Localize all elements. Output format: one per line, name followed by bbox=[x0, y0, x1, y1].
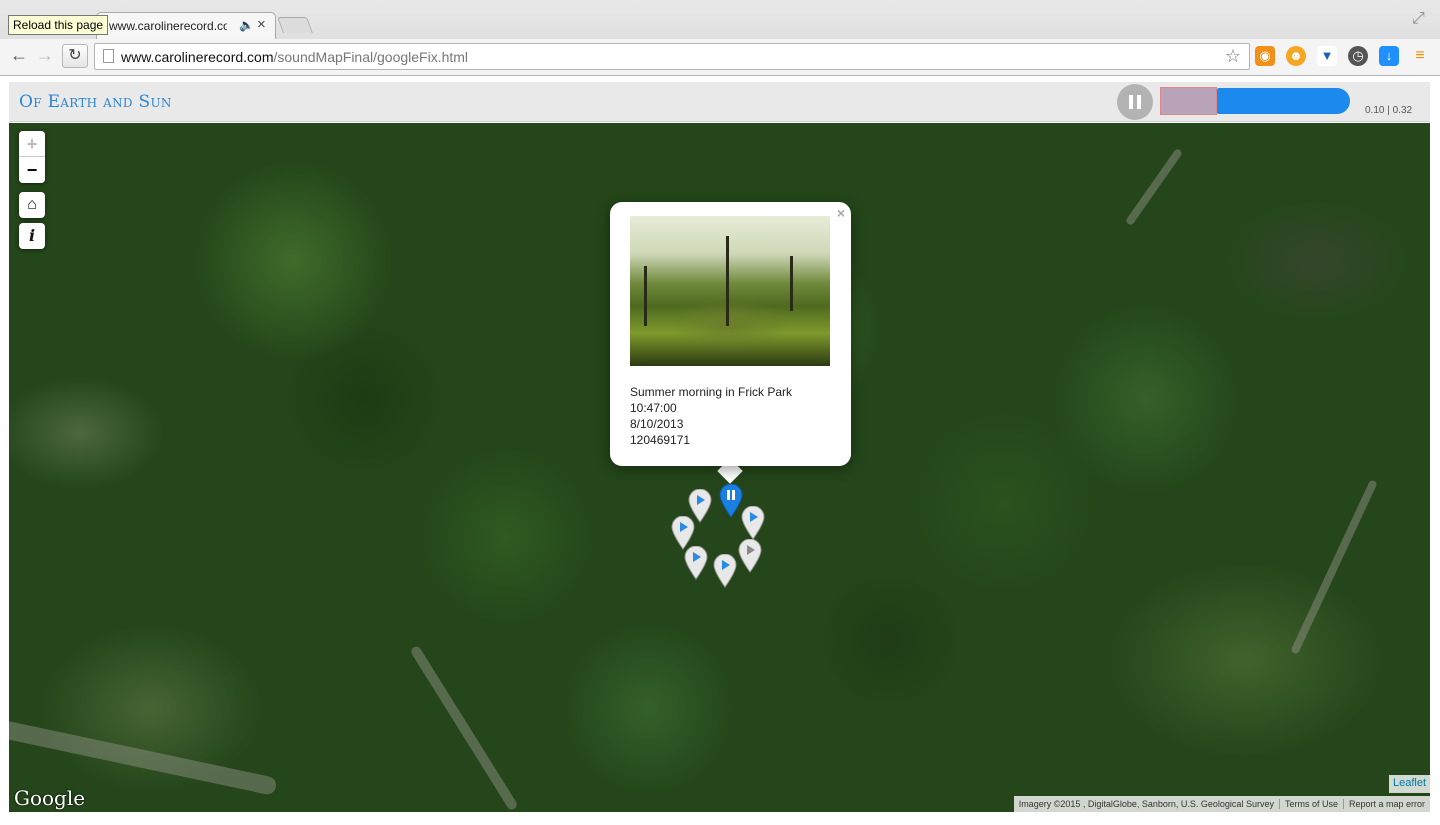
fullscreen-icon[interactable]: ⤢ bbox=[1412, 10, 1425, 28]
history-clock-icon[interactable]: ◷ bbox=[1348, 46, 1368, 66]
tab-title: www.carolinerecord.com bbox=[109, 19, 227, 33]
sound-marker[interactable] bbox=[741, 506, 765, 540]
popup-time: 10:47:00 bbox=[630, 401, 677, 415]
popup-photo bbox=[630, 216, 830, 366]
waveform[interactable] bbox=[1160, 87, 1350, 115]
page-edge bbox=[1430, 76, 1440, 825]
satellite-map[interactable]: + − ⌂ i × Summer morning in Frick Park 1… bbox=[9, 123, 1430, 812]
home-icon: ⌂ bbox=[27, 196, 37, 213]
site-title[interactable]: Of Earth and Sun bbox=[19, 92, 172, 112]
reload-tooltip: Reload this page bbox=[8, 15, 109, 35]
home-button[interactable]: ⌂ bbox=[19, 192, 45, 218]
url-text: www.carolinerecord.com/soundMapFinal/goo… bbox=[121, 49, 468, 65]
sound-marker[interactable] bbox=[684, 546, 708, 580]
page-icon bbox=[103, 49, 114, 63]
photo-tree bbox=[790, 256, 793, 311]
sound-marker-visited[interactable] bbox=[738, 539, 762, 573]
popup-id: 120469171 bbox=[630, 433, 691, 447]
url-path: /soundMapFinal/googleFix.html bbox=[273, 49, 469, 65]
terms-link[interactable]: Terms of Use bbox=[1278, 799, 1343, 809]
sound-marker-playing[interactable] bbox=[719, 484, 743, 518]
pause-button[interactable] bbox=[1117, 84, 1153, 120]
leaflet-link[interactable]: Leaflet bbox=[1388, 775, 1430, 793]
zoom-control: + − bbox=[19, 131, 45, 183]
reload-button[interactable]: ↻ bbox=[62, 44, 88, 68]
photo-tree bbox=[644, 266, 647, 326]
waveform-remaining bbox=[1217, 88, 1350, 114]
time-readout: 0.10 | 0.32 bbox=[1365, 105, 1413, 116]
url-host: www.carolinerecord.com bbox=[121, 49, 274, 65]
map-path bbox=[1290, 479, 1378, 655]
sound-marker[interactable] bbox=[713, 554, 737, 588]
download-icon[interactable]: ↓ bbox=[1379, 46, 1399, 66]
menu-icon[interactable]: ≡ bbox=[1410, 46, 1430, 66]
forward-arrow-icon[interactable]: → bbox=[34, 45, 56, 66]
rss-icon[interactable]: ◉ bbox=[1255, 46, 1275, 66]
address-bar[interactable]: www.carolinerecord.com/soundMapFinal/goo… bbox=[94, 43, 1250, 70]
browser-toolbar: ← → ↻ www.carolinerecord.com/soundMapFin… bbox=[0, 39, 1440, 75]
google-logo[interactable]: Google bbox=[14, 786, 85, 810]
tab-strip: www.carolinerecord.com 🔈 × Reload this p… bbox=[0, 0, 1440, 39]
extension-face-icon[interactable]: ☻ bbox=[1286, 46, 1306, 66]
page-header: Of Earth and Sun 0.10 | 0.32 bbox=[9, 82, 1430, 122]
report-error-link[interactable]: Report a map error bbox=[1342, 799, 1430, 809]
popup-close-icon[interactable]: × bbox=[837, 205, 845, 221]
new-tab-button[interactable] bbox=[277, 17, 313, 33]
map-attribution: Imagery ©2015 , DigitalGlobe, Sanborn, U… bbox=[1013, 796, 1430, 812]
photo-tree bbox=[726, 236, 729, 326]
bookmark-star-icon[interactable]: ☆ bbox=[1225, 46, 1241, 67]
reload-icon: ↻ bbox=[68, 47, 82, 64]
tab-active[interactable]: www.carolinerecord.com 🔈 × bbox=[96, 12, 276, 39]
zoom-in-button[interactable]: + bbox=[19, 131, 45, 157]
waveform-played bbox=[1160, 87, 1217, 115]
popup-title: Summer morning in Frick Park bbox=[630, 385, 793, 399]
map-path bbox=[409, 644, 519, 812]
back-arrow-icon[interactable]: ← bbox=[8, 45, 30, 66]
extension-shield-icon[interactable]: ▼ bbox=[1317, 46, 1337, 66]
info-button[interactable]: i bbox=[19, 223, 45, 249]
zoom-out-button[interactable]: − bbox=[19, 157, 45, 183]
map-popup: × Summer morning in Frick Park 10:47:00 … bbox=[610, 202, 851, 466]
sound-marker[interactable] bbox=[671, 516, 695, 550]
map-path bbox=[1124, 147, 1184, 227]
imagery-credit: Imagery ©2015 , DigitalGlobe, Sanborn, U… bbox=[1018, 799, 1274, 809]
map-path bbox=[9, 718, 278, 796]
popup-text: Summer morning in Frick Park 10:47:00 8/… bbox=[630, 384, 792, 448]
browser-chrome: www.carolinerecord.com 🔈 × Reload this p… bbox=[0, 0, 1440, 76]
popup-date: 8/10/2013 bbox=[630, 417, 684, 431]
speaker-icon: 🔈 bbox=[239, 18, 254, 32]
tab-close-icon[interactable]: × bbox=[257, 16, 266, 33]
